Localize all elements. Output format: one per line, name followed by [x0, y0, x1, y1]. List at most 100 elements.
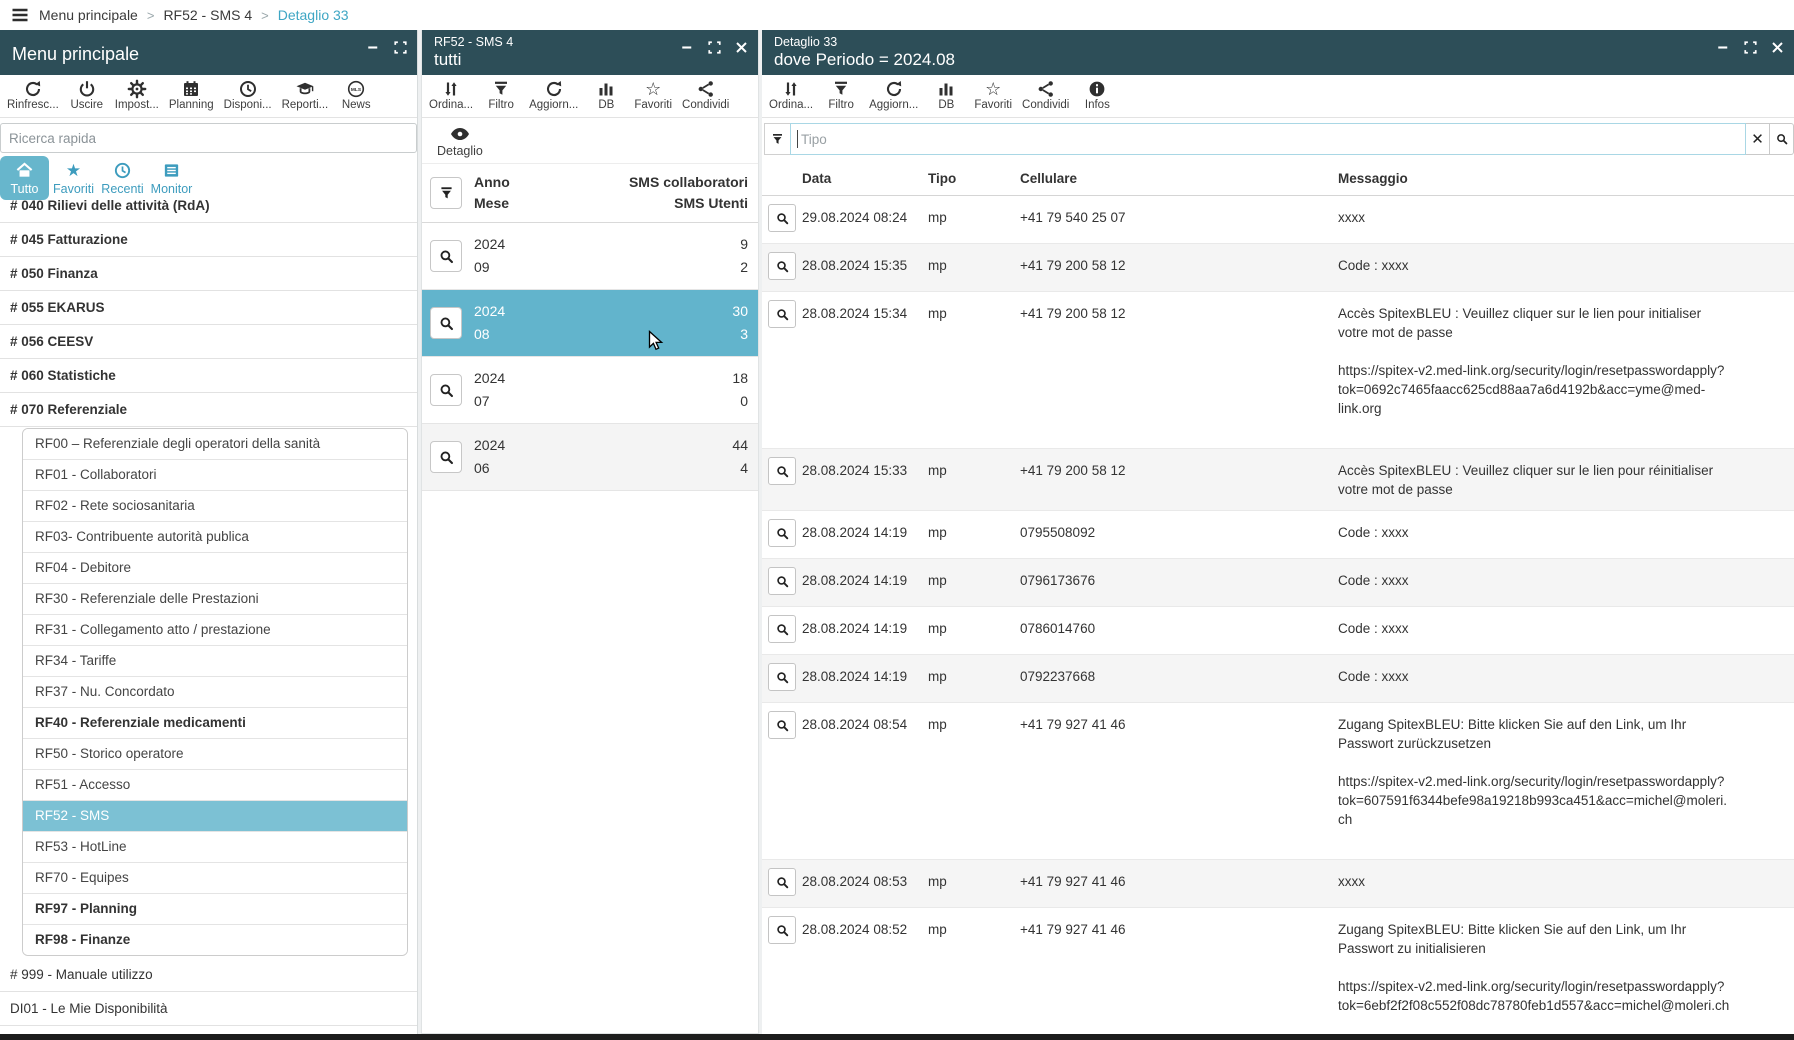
detail-row[interactable]: 28.08.2024 14:19mp0795508092Code : xxxx: [762, 511, 1794, 559]
refresh-button[interactable]: Aggiorn...: [524, 78, 583, 111]
detail-row[interactable]: 28.08.2024 08:52mp+41 79 927 41 46Zugang…: [762, 908, 1794, 1034]
menu-subitem[interactable]: RF03- Contribuente autorità publica: [23, 522, 407, 553]
db-button[interactable]: DB: [583, 78, 629, 111]
column-filter-icon[interactable]: [764, 123, 790, 155]
column-header-messaggio[interactable]: Messaggio: [1338, 169, 1794, 186]
menu-subitem[interactable]: RF34 - Tariffe: [23, 646, 407, 677]
minimize-icon[interactable]: [365, 39, 381, 55]
detail-row[interactable]: 28.08.2024 14:19mp0786014760Code : xxxx: [762, 607, 1794, 655]
row-magnifier-button[interactable]: [430, 441, 462, 473]
menu-subitem[interactable]: RF51 - Accesso: [23, 770, 407, 801]
column-header-tipo[interactable]: Tipo: [928, 169, 1020, 186]
sort-button[interactable]: Ordina...: [424, 78, 478, 111]
detail-view-button[interactable]: Detaglio: [437, 123, 483, 158]
menu-subitem[interactable]: RF40 - Referenziale medicamenti: [23, 708, 407, 739]
favorites-button[interactable]: ☆ Favoriti: [969, 78, 1017, 111]
share-button[interactable]: Condividi: [1017, 78, 1074, 111]
sms-row[interactable]: 202406444: [422, 424, 758, 491]
breadcrumb-item-detaglio[interactable]: Detaglio 33: [278, 7, 349, 23]
row-magnifier-button[interactable]: [768, 300, 796, 328]
filter-button[interactable]: Filtro: [478, 78, 524, 111]
infos-button[interactable]: Infos: [1074, 78, 1120, 111]
row-magnifier-button[interactable]: [768, 567, 796, 595]
column-header-cellulare[interactable]: Cellulare: [1020, 169, 1338, 186]
menu-item[interactable]: # 055 EKARUS: [0, 291, 417, 325]
column-sms-counts[interactable]: SMS collaboratori SMS Utenti: [629, 172, 748, 214]
column-anno-mese[interactable]: Anno Mese: [474, 172, 510, 214]
filter-button[interactable]: Filtro: [818, 78, 864, 111]
availability-button[interactable]: Disponi...: [219, 78, 277, 111]
detail-row[interactable]: 28.08.2024 15:33mp+41 79 200 58 12Accès …: [762, 449, 1794, 511]
sms-row[interactable]: 20240992: [422, 223, 758, 290]
tab-favoriti[interactable]: ★ Favoriti: [49, 156, 98, 200]
menu-subitem[interactable]: RF04 - Debitore: [23, 553, 407, 584]
tab-monitor[interactable]: Monitor: [147, 156, 196, 200]
menu-item[interactable]: DI01 - Le Mie Disponibilità: [0, 992, 417, 1026]
list-filter-button[interactable]: [430, 177, 462, 209]
breadcrumb-item-menu[interactable]: Menu principale: [39, 7, 138, 23]
row-magnifier-button[interactable]: [768, 204, 796, 232]
favorites-button[interactable]: ☆ Favoriti: [629, 78, 677, 111]
menu-subitem[interactable]: RF37 - Nu. Concordato: [23, 677, 407, 708]
refresh-button[interactable]: Aggiorn...: [864, 78, 923, 111]
apply-search-button[interactable]: [1770, 123, 1794, 155]
detail-row[interactable]: 28.08.2024 14:19mp0796173676Code : xxxx: [762, 559, 1794, 607]
maximize-icon[interactable]: [706, 39, 722, 55]
menu-item[interactable]: # 045 Fatturazione: [0, 223, 417, 257]
menu-item[interactable]: # 070 Referenziale: [0, 393, 417, 427]
menu-subitem[interactable]: RF52 - SMS: [23, 801, 407, 832]
menu-subitem[interactable]: RF97 - Planning: [23, 894, 407, 925]
menu-subitem[interactable]: RF70 - Equipes: [23, 863, 407, 894]
detail-row[interactable]: 28.08.2024 15:35mp+41 79 200 58 12Code :…: [762, 244, 1794, 292]
row-magnifier-button[interactable]: [430, 240, 462, 272]
row-magnifier-button[interactable]: [768, 457, 796, 485]
logout-button[interactable]: Uscire: [64, 78, 110, 111]
reporting-button[interactable]: Reporti...: [277, 78, 334, 111]
menu-subitem[interactable]: RF53 - HotLine: [23, 832, 407, 863]
close-icon[interactable]: [1769, 39, 1785, 55]
detail-row[interactable]: 28.08.2024 15:34mp+41 79 200 58 12Accès …: [762, 292, 1794, 449]
sms-row[interactable]: 202407180: [422, 357, 758, 424]
sms-row[interactable]: 202408303: [422, 290, 758, 357]
tab-recenti[interactable]: Recenti: [98, 156, 147, 200]
minimize-icon[interactable]: [1715, 39, 1731, 55]
refresh-button[interactable]: Rinfresc...: [2, 78, 64, 111]
row-magnifier-button[interactable]: [430, 374, 462, 406]
detail-row[interactable]: 28.08.2024 08:54mp+41 79 927 41 46Zugang…: [762, 703, 1794, 860]
menu-subitem[interactable]: RF02 - Rete sociosanitaria: [23, 491, 407, 522]
detail-row[interactable]: 28.08.2024 14:19mp0792237668Code : xxxx: [762, 655, 1794, 703]
row-magnifier-button[interactable]: [768, 519, 796, 547]
menu-subitem[interactable]: RF50 - Storico operatore: [23, 739, 407, 770]
menu-subitem[interactable]: RF30 - Referenziale delle Prestazioni: [23, 584, 407, 615]
maximize-icon[interactable]: [392, 39, 408, 55]
menu-item[interactable]: # 060 Statistiche: [0, 359, 417, 393]
tab-tutto[interactable]: Tutto: [0, 156, 49, 200]
menu-subitem[interactable]: RF01 - Collaboratori: [23, 460, 407, 491]
settings-button[interactable]: Impost...: [110, 78, 164, 111]
menu-subitem[interactable]: RF98 - Finanze: [23, 925, 407, 955]
sort-button[interactable]: Ordina...: [764, 78, 818, 111]
menu-subitem[interactable]: RF31 - Collegamento atto / prestazione: [23, 615, 407, 646]
row-magnifier-button[interactable]: [768, 711, 796, 739]
close-icon[interactable]: [733, 39, 749, 55]
row-magnifier-button[interactable]: [768, 615, 796, 643]
menu-item[interactable]: # 056 CEESV: [0, 325, 417, 359]
row-magnifier-button[interactable]: [768, 916, 796, 944]
breadcrumb-item-rf52[interactable]: RF52 - SMS 4: [163, 7, 252, 23]
menu-item[interactable]: Mio Planning: [0, 1026, 417, 1034]
row-magnifier-button[interactable]: [768, 252, 796, 280]
detail-row[interactable]: 28.08.2024 08:53mp+41 79 927 41 46xxxx: [762, 860, 1794, 908]
tipo-filter-input[interactable]: [790, 123, 1746, 155]
menu-item[interactable]: # 050 Finanza: [0, 257, 417, 291]
menu-item[interactable]: # 999 - Manuale utilizzo: [0, 958, 417, 992]
news-button[interactable]: MLS News: [333, 78, 379, 111]
db-button[interactable]: DB: [923, 78, 969, 111]
row-magnifier-button[interactable]: [768, 663, 796, 691]
hamburger-menu-icon[interactable]: [10, 5, 30, 25]
maximize-icon[interactable]: [1742, 39, 1758, 55]
row-magnifier-button[interactable]: [430, 307, 462, 339]
menu-subitem[interactable]: RF00 – Referenziale degli operatori dell…: [23, 429, 407, 460]
minimize-icon[interactable]: [679, 39, 695, 55]
row-magnifier-button[interactable]: [768, 868, 796, 896]
share-button[interactable]: Condividi: [677, 78, 734, 111]
